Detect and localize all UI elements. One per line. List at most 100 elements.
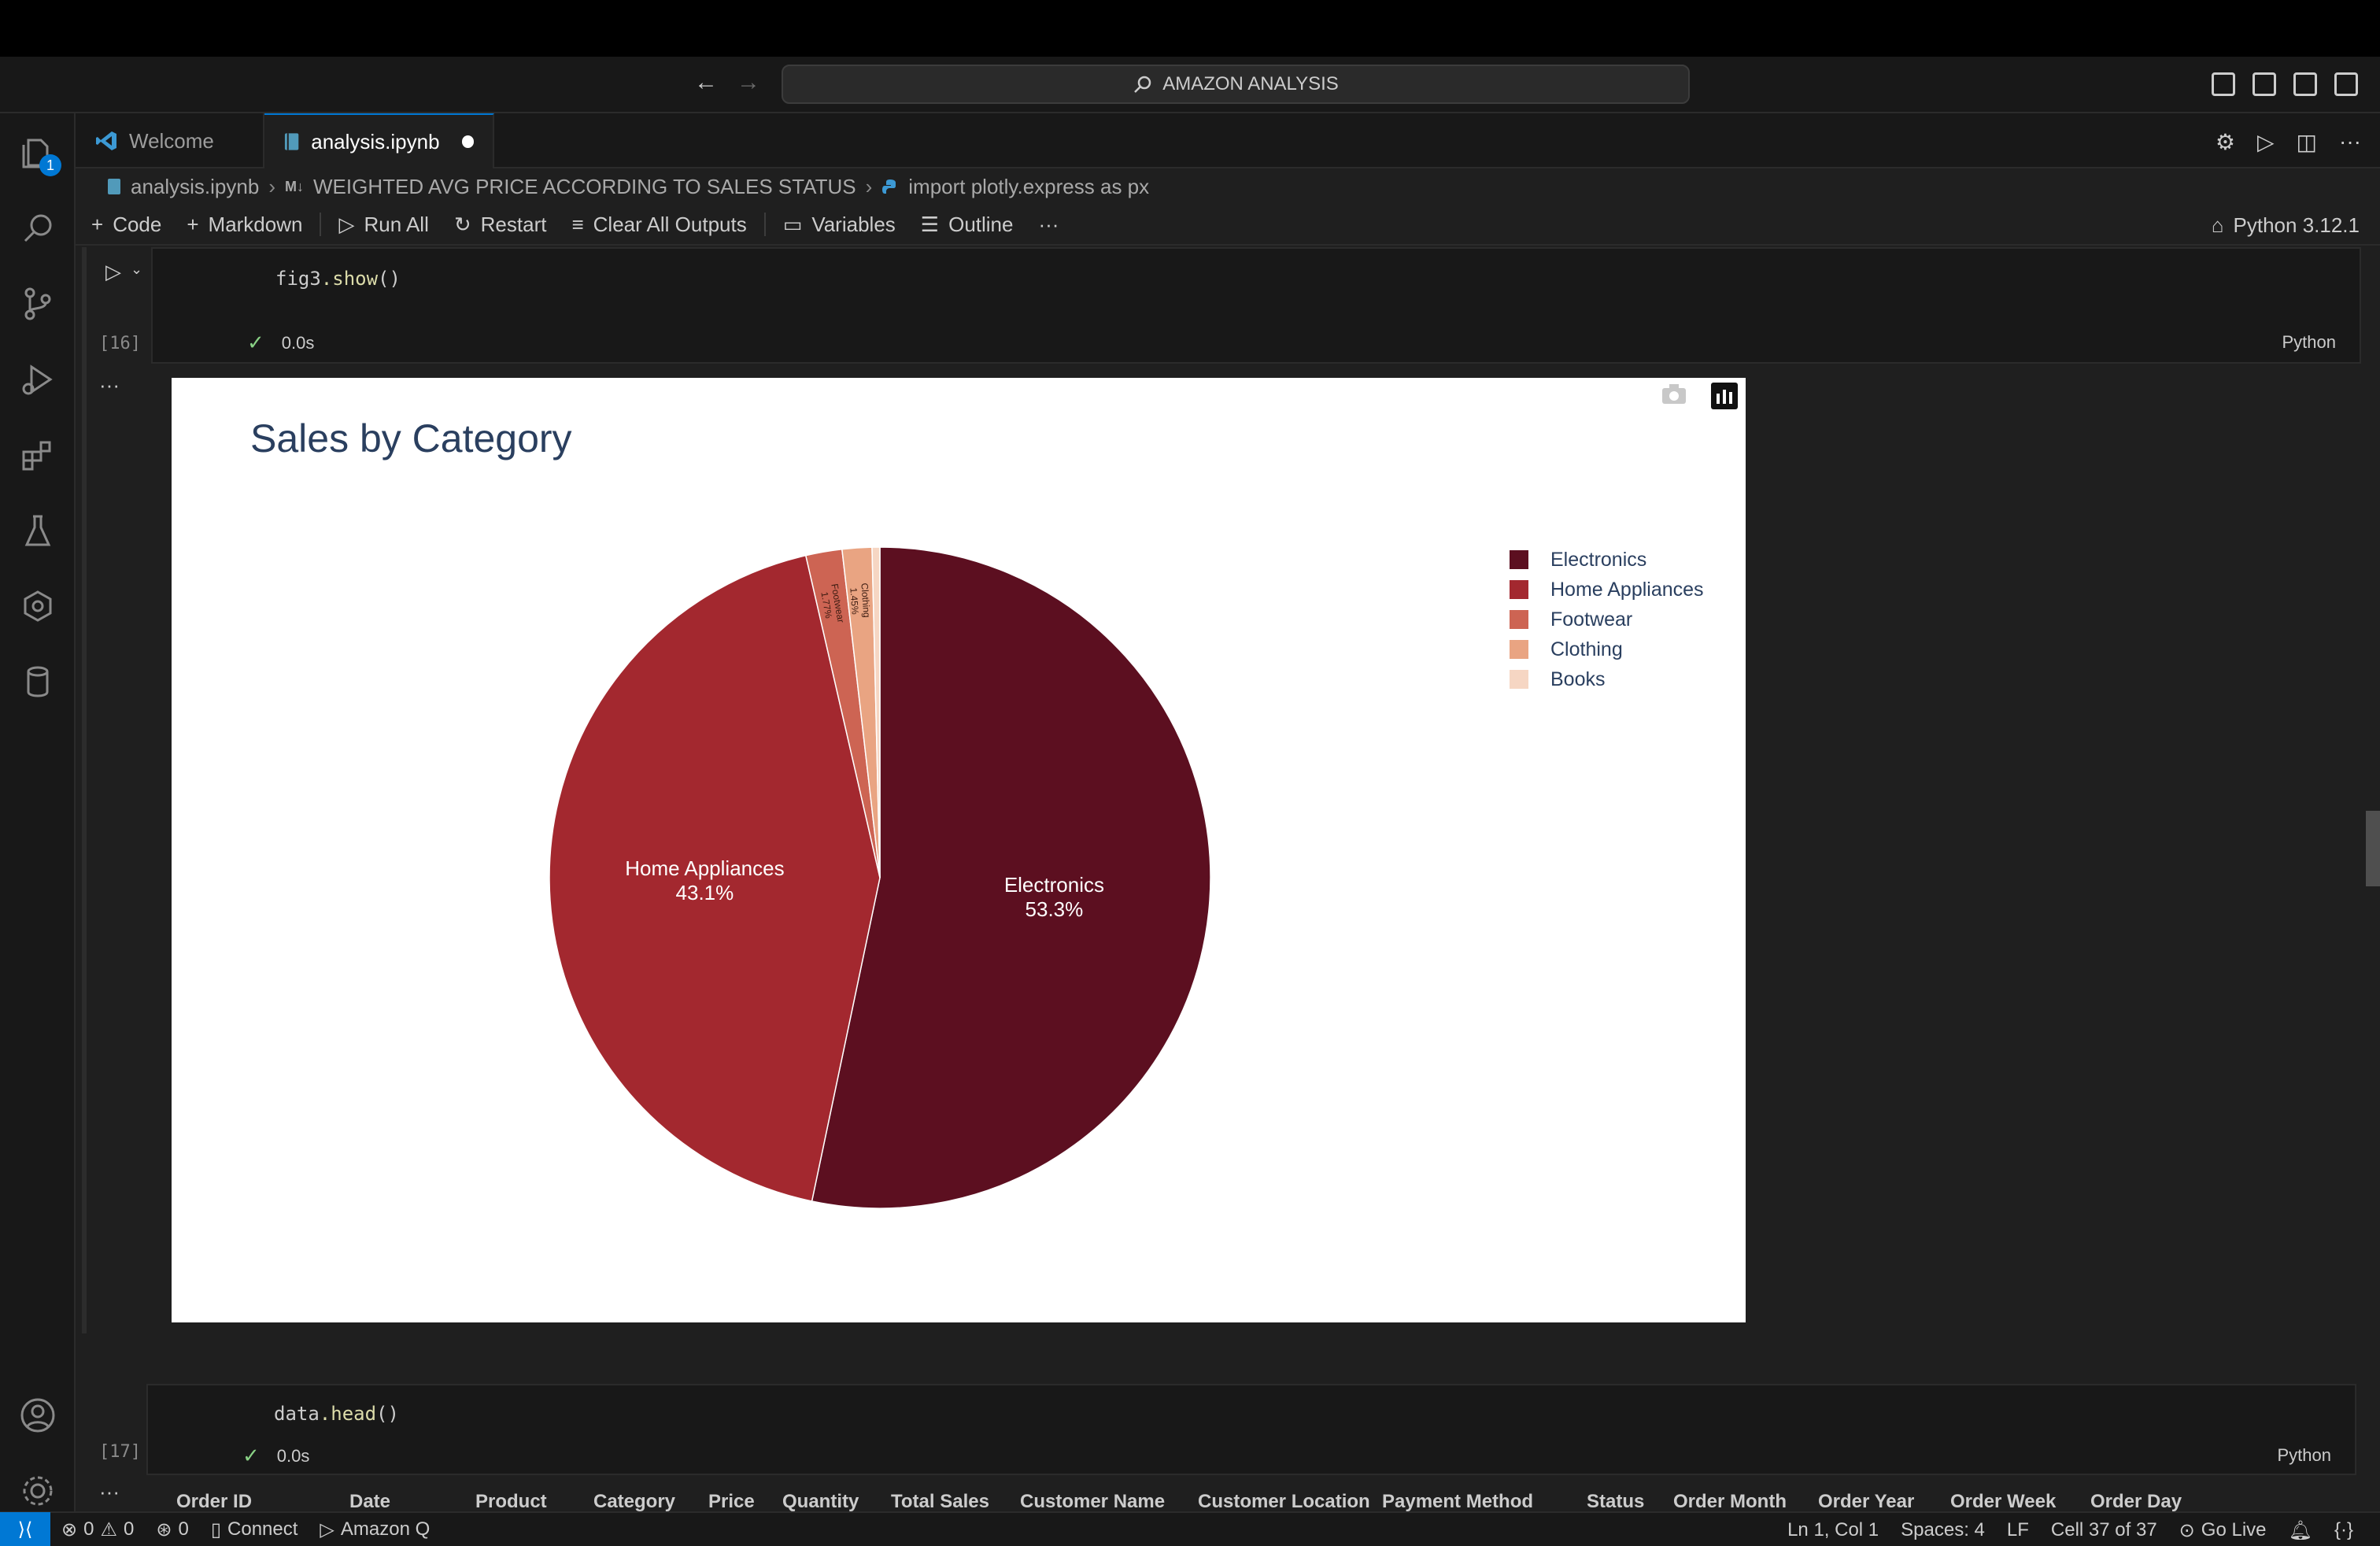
legend-item-clothing[interactable]: Clothing	[1510, 634, 1704, 664]
toggle-secondary-sidebar-icon[interactable]	[2293, 72, 2317, 96]
df-column-header: Category	[593, 1491, 676, 1511]
variables-button[interactable]: ▭ Variables	[771, 204, 908, 245]
clear-outputs-label: Clear All Outputs	[593, 212, 747, 236]
legend-swatch	[1510, 670, 1528, 689]
search-icon[interactable]	[19, 209, 57, 247]
amazon-q-label: Amazon Q	[340, 1518, 431, 1540]
toolbar-more-button[interactable]: ···	[1026, 204, 1071, 245]
outline-button[interactable]: ☰ Outline	[908, 204, 1026, 245]
copilot-icon[interactable]: {·}	[2323, 1519, 2364, 1541]
restart-button[interactable]: ↻ Restart	[442, 204, 560, 245]
arrow-left-icon[interactable]: ←	[694, 69, 718, 96]
legend-item-footwear[interactable]: Footwear	[1510, 605, 1704, 634]
explorer-badge: 1	[39, 154, 61, 176]
code-variable: fig3	[275, 268, 321, 290]
vertical-scrollbar-thumb[interactable]	[2366, 811, 2380, 886]
add-markdown-cell-button[interactable]: + Markdown	[174, 204, 315, 245]
run-cell-icon[interactable]: ▷	[105, 260, 121, 284]
breadcrumb-section[interactable]: WEIGHTED AVG PRICE ACCORDING TO SALES ST…	[313, 175, 856, 199]
chart-legend: Electronics Home Appliances Footwear Clo…	[1510, 545, 1704, 694]
account-icon[interactable]	[19, 1396, 57, 1434]
end-of-line[interactable]: LF	[1996, 1519, 2040, 1541]
code-line[interactable]: fig3.show()	[275, 268, 401, 290]
cell-language[interactable]: Python	[2278, 1445, 2332, 1466]
chevron-down-icon[interactable]: ⌄	[131, 261, 142, 278]
slice-label-percent: 43.1%	[676, 881, 734, 904]
ports-count: 0	[178, 1518, 189, 1540]
toolbar-divider	[320, 213, 322, 236]
testing-flask-icon[interactable]	[19, 512, 57, 549]
cell-status: ✓ 0.0s	[242, 1444, 309, 1468]
vscode-window: ← → AMAZON ANALYSIS 1 Welcome analysis.i…	[0, 0, 2380, 1546]
markdown-icon: M↓	[284, 178, 304, 194]
split-editor-icon[interactable]: ◫	[2297, 129, 2317, 155]
tab-analysis-ipynb[interactable]: analysis.ipynb	[264, 113, 494, 168]
go-live-button[interactable]: ⊙ Go Live	[2168, 1519, 2278, 1542]
kernel-picker[interactable]: ⌂ Python 3.12.1	[2212, 205, 2360, 246]
code-parens: ()	[378, 268, 401, 290]
df-column-header: Customer Location	[1198, 1491, 1370, 1511]
legend-swatch	[1510, 550, 1528, 569]
code-function: .head	[319, 1403, 377, 1425]
add-code-cell-button[interactable]: + Code	[76, 204, 174, 245]
gear-icon[interactable]: ⚙	[2216, 129, 2235, 155]
indentation[interactable]: Spaces: 4	[1890, 1519, 1996, 1541]
restart-icon: ↻	[453, 212, 471, 236]
pie-plot-area: Electronics53.3%Home Appliances43.1%Foot…	[549, 546, 1211, 1209]
legend-item-electronics[interactable]: Electronics	[1510, 545, 1704, 575]
cell-indicator[interactable]: Cell 37 of 37	[2040, 1519, 2168, 1541]
run-all-button[interactable]: ▷ Run All	[326, 204, 441, 245]
df-column-header: Product	[475, 1491, 547, 1511]
slice-label-name: Home Appliances	[625, 856, 784, 880]
output-more-icon[interactable]: ···	[99, 1480, 120, 1504]
code-line[interactable]: data.head()	[274, 1403, 399, 1425]
customize-layout-icon[interactable]	[2334, 72, 2358, 96]
breadcrumb: analysis.ipynb › M↓ WEIGHTED AVG PRICE A…	[76, 168, 2380, 205]
code-cell-16[interactable]: ▷ ⌄ fig3.show() ✓ 0.0s Python	[105, 247, 2361, 364]
ports-indicator[interactable]: ⊛ 0	[145, 1518, 199, 1541]
legend-swatch	[1510, 640, 1528, 659]
tab-analysis-label: analysis.ipynb	[311, 129, 440, 153]
arrow-right-icon[interactable]: →	[737, 69, 760, 96]
run-debug-icon[interactable]	[19, 361, 57, 398]
remote-hex-icon[interactable]	[19, 587, 57, 625]
connect-button[interactable]: ▯ Connect	[200, 1518, 309, 1541]
code-cell-17[interactable]: data.head() ✓ 0.0s Python	[146, 1384, 2356, 1475]
cell-language[interactable]: Python	[2282, 332, 2337, 353]
problems-indicator[interactable]: ⊗ 0 ⚠ 0	[50, 1518, 145, 1541]
database-icon[interactable]	[19, 663, 57, 701]
go-live-label: Go Live	[2201, 1519, 2267, 1540]
df-column-header: Order Year	[1818, 1491, 1915, 1511]
more-actions-icon[interactable]: ···	[2339, 129, 2361, 155]
legend-item-books[interactable]: Books	[1510, 664, 1704, 694]
output-more-icon[interactable]: ···	[99, 373, 120, 398]
notifications-icon[interactable]: 🔔︎	[2278, 1519, 2323, 1542]
legend-label: Footwear	[1550, 608, 1633, 631]
notebook-toolbar: + Code + Markdown ▷ Run All ↻ Restart ≡ …	[76, 205, 2380, 246]
execution-count: [17]	[99, 1442, 141, 1462]
toggle-panel-icon[interactable]	[2252, 72, 2276, 96]
dataframe-header-row: Order ID Date Product Category Price Qua…	[159, 1491, 2191, 1511]
amazon-q-button[interactable]: ▷ Amazon Q	[309, 1518, 441, 1541]
breadcrumb-file[interactable]: analysis.ipynb	[131, 175, 259, 199]
restart-label: Restart	[480, 212, 547, 236]
run-all-icon: ▷	[338, 212, 355, 236]
variables-label: Variables	[811, 212, 896, 236]
clear-outputs-button[interactable]: ≡ Clear All Outputs	[559, 204, 759, 245]
unsaved-dot-icon[interactable]	[461, 135, 474, 148]
source-control-icon[interactable]	[19, 285, 57, 323]
df-column-header: Order ID	[176, 1491, 253, 1511]
warning-count: 0	[123, 1518, 135, 1540]
tab-welcome[interactable]: Welcome	[76, 113, 264, 168]
toggle-primary-sidebar-icon[interactable]	[2212, 72, 2235, 96]
legend-label: Home Appliances	[1550, 578, 1704, 601]
breadcrumb-cell[interactable]: import plotly.express as px	[908, 175, 1149, 199]
remote-indicator-icon[interactable]: ⟩⟨	[0, 1512, 50, 1546]
extensions-icon[interactable]	[19, 436, 57, 474]
cursor-position[interactable]: Ln 1, Col 1	[1776, 1519, 1890, 1541]
slice-label: Clothing1.45%	[848, 583, 872, 618]
run-icon[interactable]: ▷	[2257, 129, 2275, 155]
legend-item-home-appliances[interactable]: Home Appliances	[1510, 575, 1704, 605]
command-center-search[interactable]: AMAZON ANALYSIS	[782, 65, 1690, 104]
manage-gear-icon[interactable]	[19, 1472, 57, 1510]
